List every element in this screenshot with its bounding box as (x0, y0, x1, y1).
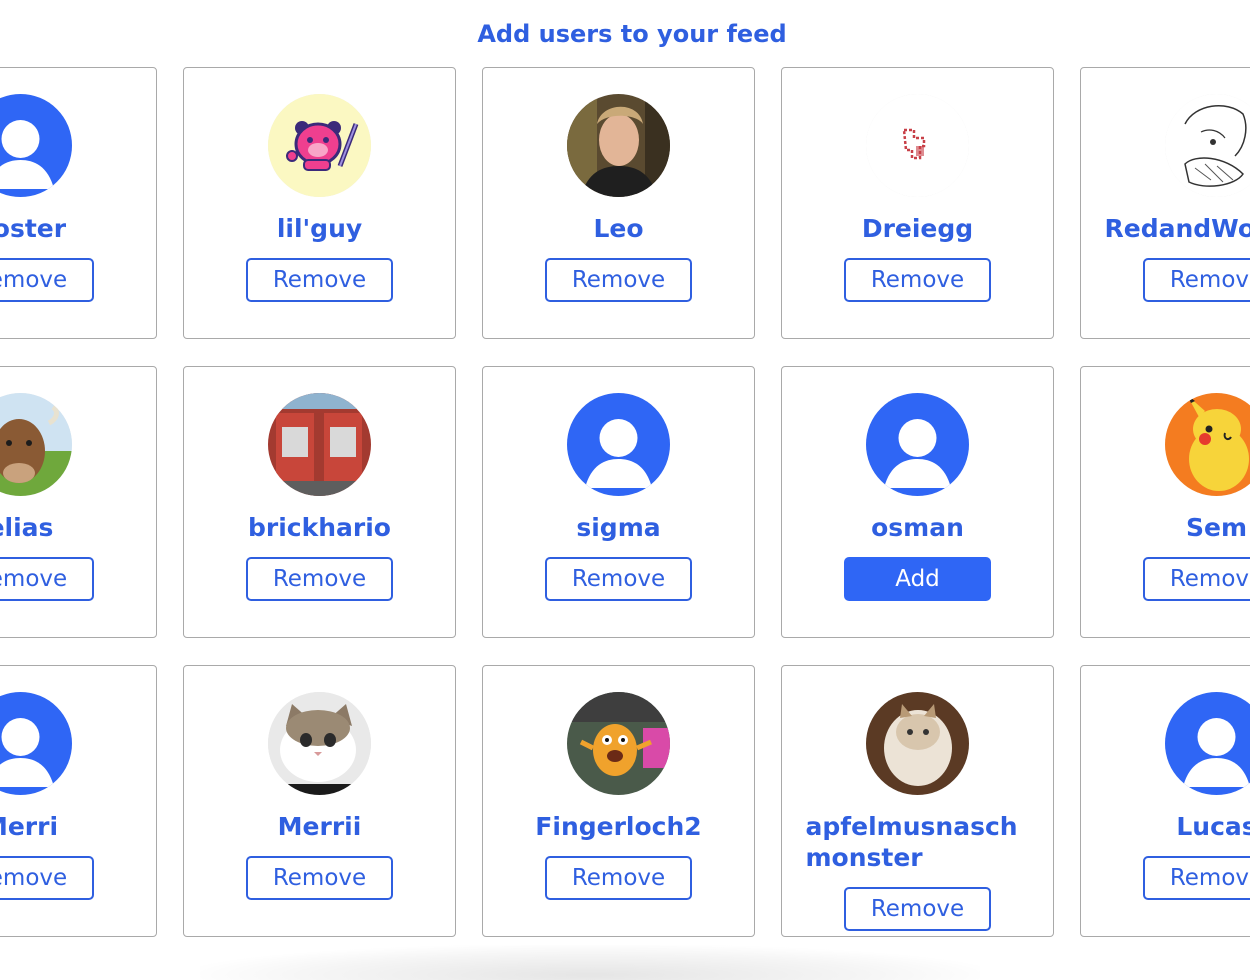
avatar (0, 94, 72, 197)
username: Merri (0, 812, 59, 841)
remove-button[interactable]: Remove (1143, 856, 1250, 900)
avatar (567, 94, 670, 197)
remove-button[interactable]: Remove (0, 557, 94, 601)
username: Fingerloch2 (535, 812, 702, 841)
default-avatar-icon (1165, 692, 1250, 795)
remove-button[interactable]: Remove (1143, 557, 1250, 601)
default-avatar-icon (567, 393, 670, 496)
user-card-grid: poster Remove lil'guy (0, 67, 1250, 937)
avatar (1165, 692, 1250, 795)
avatar (866, 692, 969, 795)
avatar (0, 692, 72, 795)
cow-photo-avatar (0, 393, 72, 496)
avatar (0, 393, 72, 496)
username: elias (0, 513, 54, 542)
default-avatar-icon (0, 94, 72, 197)
user-card: Lucas Remove (1080, 665, 1250, 937)
username: brickhario (248, 513, 391, 542)
username: Dreiegg (861, 214, 974, 243)
avatar (866, 94, 969, 197)
remove-button[interactable]: Remove (246, 557, 393, 601)
remove-button[interactable]: Remove (246, 258, 393, 302)
avatar (268, 393, 371, 496)
page-title: Add users to your feed (477, 20, 787, 48)
avatar (268, 94, 371, 197)
user-card: RedandWoocial Remove (1080, 67, 1250, 339)
user-card: osman Add (781, 366, 1054, 638)
remove-button[interactable]: Remove (246, 856, 393, 900)
user-card: lil'guy Remove (183, 67, 456, 339)
username: osman (871, 513, 964, 542)
avatar (1165, 94, 1250, 197)
username: Lucas (1176, 812, 1250, 841)
remove-button[interactable]: Remove (545, 856, 692, 900)
user-card: Merrii Remove (183, 665, 456, 937)
remove-button[interactable]: Remove (0, 856, 94, 900)
red-machines-photo-avatar (268, 393, 371, 496)
username: sigma (576, 513, 661, 542)
pink-bear-knight-avatar (268, 94, 371, 197)
avatar (268, 692, 371, 795)
person-photo-avatar (567, 94, 670, 197)
remove-button[interactable]: Remove (1143, 258, 1250, 302)
user-card: Leo Remove (482, 67, 755, 339)
bottom-shadow (200, 945, 980, 980)
user-card: Dreiegg Remove (781, 67, 1054, 339)
username: lil'guy (276, 214, 363, 243)
username: Merrii (277, 812, 362, 841)
user-card: apfelmusnaschmonster Remove (781, 665, 1054, 937)
user-card: brickhario Remove (183, 366, 456, 638)
remove-button[interactable]: Remove (0, 258, 94, 302)
add-button[interactable]: Add (844, 557, 991, 601)
cartoon-dog-avatar (567, 692, 670, 795)
avatar (1165, 393, 1250, 496)
username: Leo (593, 214, 644, 243)
user-card: Merri Remove (0, 665, 157, 937)
pikachu-avatar (1165, 393, 1250, 496)
sketch-drawing-avatar (1165, 94, 1250, 197)
username: poster (0, 214, 67, 243)
cat-photo-avatar (268, 692, 371, 795)
user-card: Fingerloch2 Remove (482, 665, 755, 937)
avatar (567, 393, 670, 496)
remove-button[interactable]: Remove (545, 557, 692, 601)
user-card: Sem Remove (1080, 366, 1250, 638)
user-card: poster Remove (0, 67, 157, 339)
username: RedandWoocial (1104, 214, 1250, 243)
red-pixel-sketch-avatar (866, 94, 969, 197)
user-card: sigma Remove (482, 366, 755, 638)
username: Sem (1185, 513, 1247, 542)
feed-page: Add users to your feed poster Remove (0, 0, 1250, 980)
remove-button[interactable]: Remove (545, 258, 692, 302)
remove-button[interactable]: Remove (844, 887, 991, 931)
default-avatar-icon (0, 692, 72, 795)
avatar (866, 393, 969, 496)
username: apfelmusnaschmonster (805, 812, 1018, 872)
avatar (567, 692, 670, 795)
default-avatar-icon (866, 393, 969, 496)
remove-button[interactable]: Remove (844, 258, 991, 302)
user-card: elias Remove (0, 366, 157, 638)
fluffy-cat-photo-avatar (866, 692, 969, 795)
